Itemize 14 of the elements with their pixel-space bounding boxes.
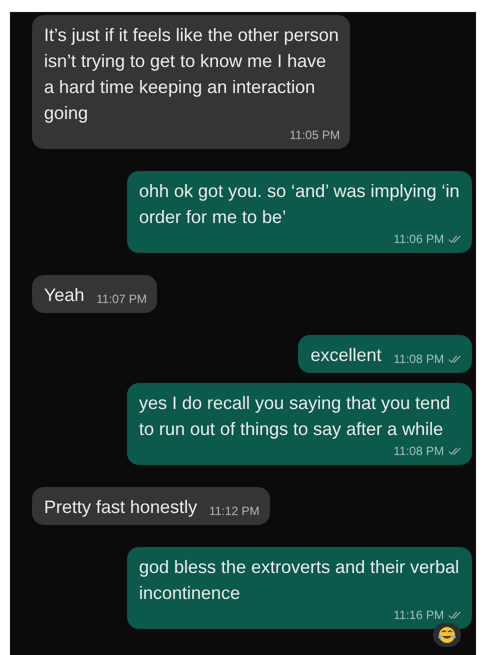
message-time: 11:08 PM	[394, 443, 444, 460]
message-text: It’s just if it feels like the other person isn’t trying to get to know me I have a hard time keeping an interaction going	[44, 24, 340, 125]
message-time: 11:07 PM	[96, 291, 147, 308]
message-text: yes I do recall you saying that you tend to run out of things to say after a while	[139, 392, 452, 441]
message-time: 11:05 PM	[290, 127, 340, 144]
message-text: Pretty fast honestly	[44, 496, 198, 519]
message-text: ohh ok got you. so ‘and’ was implying ‘in order for me to be’	[139, 180, 461, 229]
message-text: excellent	[310, 344, 382, 367]
message-time: 11:08 PM	[394, 351, 444, 368]
message-time: 11:06 PM	[394, 231, 444, 248]
message-time: 11:12 PM	[209, 503, 260, 520]
message-time: 11:16 PM	[394, 607, 444, 624]
message-text: god bless the extroverts and their verbal incontinence	[139, 556, 460, 605]
message-text: Yeah	[44, 284, 84, 307]
